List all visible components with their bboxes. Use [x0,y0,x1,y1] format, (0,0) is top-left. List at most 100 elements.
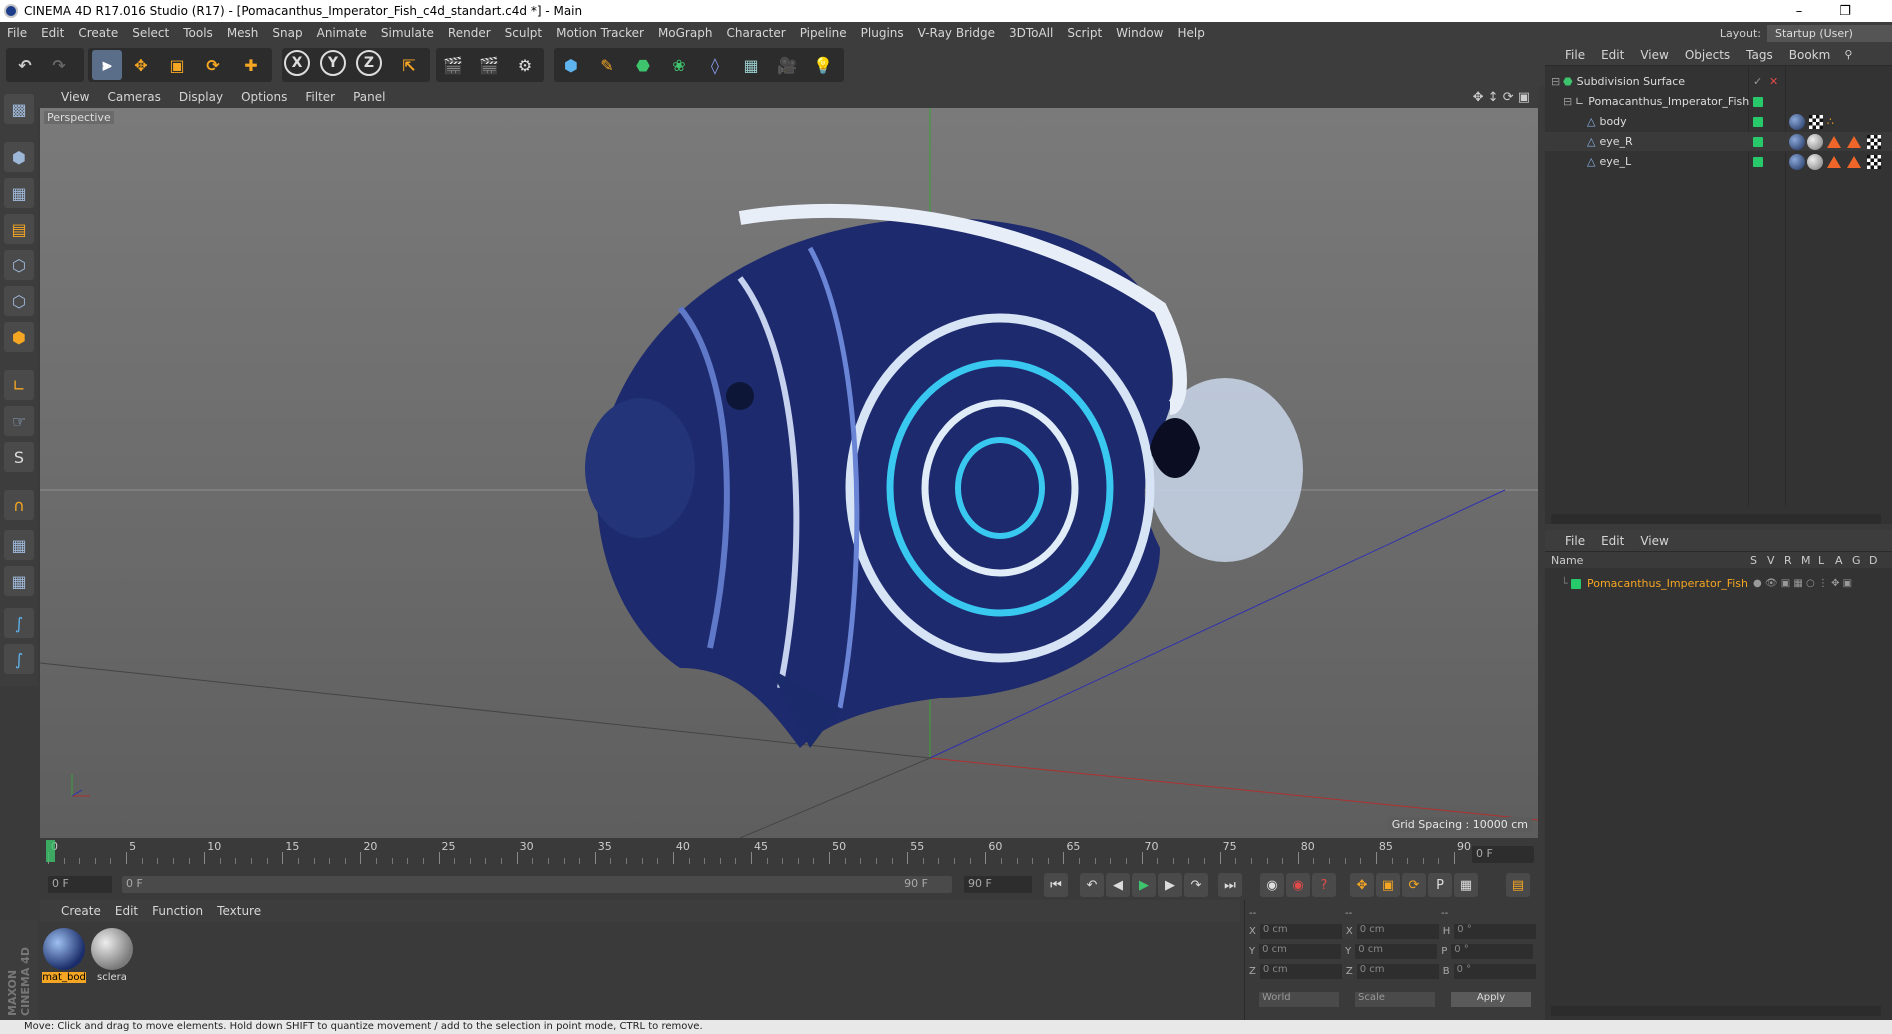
camera-icon[interactable]: 🎥 [772,50,802,80]
name-column-header[interactable]: Name [1551,554,1583,567]
menu-script[interactable]: Script [1060,26,1109,40]
menu-window[interactable]: Window [1109,26,1170,40]
model-mode-icon[interactable]: ⬢ [4,142,34,172]
layer-color-icon[interactable] [1753,156,1763,167]
coordinate-space-dropdown[interactable]: World [1259,991,1339,1007]
coordinate-system-icon[interactable]: ⇱ [394,50,424,80]
column-header-v[interactable]: V [1767,554,1775,567]
layer-color-icon[interactable] [1753,116,1763,127]
menu-render[interactable]: Render [441,26,498,40]
menu-vray-bridge[interactable]: V-Ray Bridge [911,26,1002,40]
magnet-icon[interactable]: ∩ [4,490,34,520]
points-mode-icon[interactable]: ⬡ [4,250,34,280]
redo-icon[interactable]: ↷ [44,50,74,80]
size-x-field[interactable]: 0 cm [1356,923,1439,939]
uvw-tag-icon[interactable] [1867,134,1881,149]
axis-mode-icon[interactable]: ∟ [4,370,34,400]
menu-3dtoall[interactable]: 3DToAll [1002,26,1060,40]
menu-simulate[interactable]: Simulate [374,26,441,40]
perspective-viewport[interactable]: Perspective Grid Spacing : 10000 cm [40,108,1538,838]
autokeying-icon[interactable]: ◉ [1286,873,1310,897]
workplane-lock-icon[interactable]: ▦ [4,530,34,560]
uvw-tag-icon[interactable] [1809,114,1823,129]
menu-select[interactable]: Select [125,26,176,40]
layer-row[interactable]: └ Pomacanthus_Imperator_Fish ● 👁 ▣ ▦ ○ ⋮… [1545,574,1892,593]
menu-pipeline[interactable]: Pipeline [793,26,854,40]
subdivision-generator-icon[interactable]: ⬣ [628,50,658,80]
objects-menu-edit[interactable]: Edit [1593,48,1632,62]
key-parameter-icon[interactable]: P [1428,873,1452,897]
column-header-a[interactable]: A [1835,554,1843,567]
position-x-field[interactable]: 0 cm [1259,923,1342,939]
light-icon[interactable]: 💡 [808,50,838,80]
go-to-start-icon[interactable]: ⏮ [1044,873,1068,897]
previous-frame-icon[interactable]: ◀ [1106,873,1130,897]
render-picture-viewer-icon[interactable]: 🎬 [474,50,504,80]
layout-dropdown[interactable]: Startup (User) [1767,24,1892,42]
menu-sculpt[interactable]: Sculpt [498,26,549,40]
viewport-menu-view[interactable]: View [52,90,98,104]
objects-menu-view[interactable]: View [1632,48,1676,62]
rotation-p-field[interactable]: 0 ° [1451,943,1534,959]
transform-mode-dropdown[interactable]: Scale [1355,991,1435,1007]
viewport-menu-display[interactable]: Display [170,90,232,104]
phong-tag-icon[interactable] [1827,135,1841,148]
render-view-icon[interactable]: 🎬 [438,50,468,80]
layer-color-icon[interactable] [1753,96,1763,107]
material-tag-icon[interactable] [1789,153,1805,170]
key-rotation-icon[interactable]: ⟳ [1402,873,1426,897]
apply-button[interactable]: Apply [1451,991,1531,1007]
objects-menu-objects[interactable]: Objects [1677,48,1738,62]
menu-create[interactable]: Create [71,26,125,40]
x-axis-lock-icon[interactable]: X [284,50,310,76]
column-header-g[interactable]: G [1852,554,1861,567]
texture-mode-icon[interactable]: ▦ [4,178,34,208]
play-icon[interactable]: ▶ [1132,873,1156,897]
viewport-menu-filter[interactable]: Filter [296,90,344,104]
viewport-menu-panel[interactable]: Panel [344,90,394,104]
layer-menu-edit[interactable]: Edit [1593,534,1632,548]
menu-animate[interactable]: Animate [310,26,374,40]
menu-mesh[interactable]: Mesh [220,26,266,40]
floor-environment-icon[interactable]: ▦ [736,50,766,80]
sclera-material-tag-icon[interactable] [1807,153,1823,170]
material-menu-function[interactable]: Function [145,904,210,918]
keyframe-selection-icon[interactable]: ? [1312,873,1336,897]
tree-item-fish-null[interactable]: ⊟ ∟ Pomacanthus_Imperator_Fish [1545,92,1892,111]
cube-primitive-icon[interactable]: ⬢ [556,50,586,80]
next-key-icon[interactable]: ↷ [1184,873,1208,897]
python-icon[interactable]: ∫ [4,608,34,638]
minimize-button[interactable]: – [1776,0,1822,22]
layer-manager-scrollbar[interactable] [1551,1006,1881,1016]
tree-item-eye-r[interactable]: △ eye_R [1545,132,1892,151]
column-header-d[interactable]: D [1869,554,1877,567]
move-tool-icon[interactable]: ✥ [126,50,156,80]
sclera-material-tag-icon[interactable] [1807,133,1823,150]
rotate-tool-icon[interactable]: ⟳ [198,50,228,80]
selection-tag-icon[interactable] [1847,155,1861,168]
key-scale-icon[interactable]: ▣ [1376,873,1400,897]
uvw-tag-icon[interactable] [1867,154,1881,169]
current-frame-field[interactable]: 0 F [1472,846,1534,863]
z-axis-lock-icon[interactable]: Z [356,50,382,76]
key-position-icon[interactable]: ✥ [1350,873,1374,897]
previous-key-icon[interactable]: ↶ [1080,873,1104,897]
objects-menu-tags[interactable]: Tags [1738,48,1781,62]
timeline-ruler[interactable]: 051015202530354045505560657075808590 0 F [40,838,1538,868]
menu-mograph[interactable]: MoGraph [651,26,720,40]
column-header-l[interactable]: L [1818,554,1824,567]
timeline-playhead[interactable] [46,840,55,862]
object-manager-scrollbar[interactable] [1551,514,1881,524]
position-y-field[interactable]: 0 cm [1259,943,1342,959]
size-z-field[interactable]: 0 cm [1356,963,1439,979]
column-header-m[interactable]: M [1801,554,1811,567]
material-mat-bod[interactable]: mat_bod [42,928,86,986]
snap-icon[interactable]: S [4,442,34,472]
selection-tag-icon[interactable] [1847,135,1861,148]
python-script-icon[interactable]: ∫ [4,644,34,674]
menu-motion-tracker[interactable]: Motion Tracker [549,26,651,40]
tree-item-body[interactable]: △ body ∴ [1545,112,1892,131]
record-keys-icon[interactable]: ◉ [1260,873,1284,897]
layer-color-icon[interactable] [1753,136,1763,147]
viewport-menu-cameras[interactable]: Cameras [98,90,169,104]
